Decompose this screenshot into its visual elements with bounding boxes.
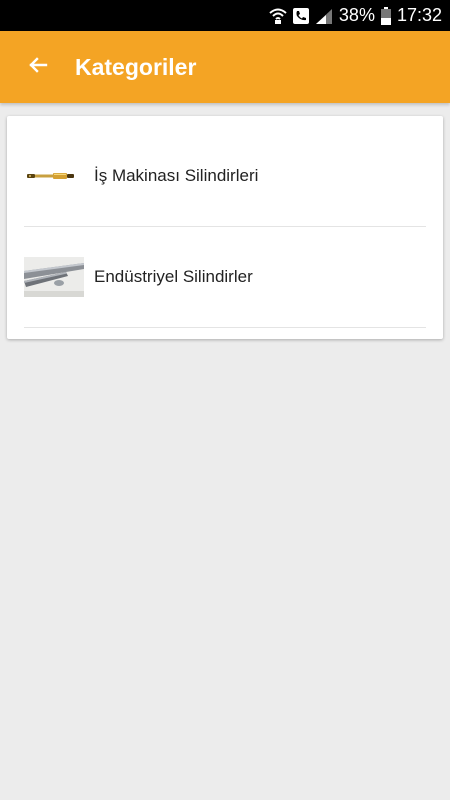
category-label: Endüstriyel Silindirler [94, 267, 253, 286]
call-icon [292, 7, 309, 24]
clock: 17:32 [396, 5, 442, 25]
hydraulic-cylinder-thumbnail [24, 156, 84, 196]
signal-icon [315, 8, 333, 24]
wifi-icon [269, 7, 287, 25]
page-title: Kategoriler [75, 54, 197, 80]
status-bar: 38% 17:32 [0, 0, 450, 31]
status-icons: 38% 17:32 [269, 0, 442, 31]
category-item-endustriyel[interactable]: Endüstriyel Silindirler [24, 227, 426, 328]
category-list-card: İş Makinası Silindirleri Endüstriyel Sil… [7, 116, 443, 339]
industrial-cylinder-thumbnail [24, 257, 84, 297]
category-label: İş Makinası Silindirleri [94, 166, 259, 185]
battery-icon [380, 6, 391, 25]
battery-percent: 38% [338, 5, 375, 25]
back-button[interactable] [20, 49, 56, 85]
arrow-left-icon [28, 55, 48, 80]
app-bar: Kategoriler [0, 31, 450, 103]
category-item-is-makinasi[interactable]: İş Makinası Silindirleri [24, 126, 426, 227]
